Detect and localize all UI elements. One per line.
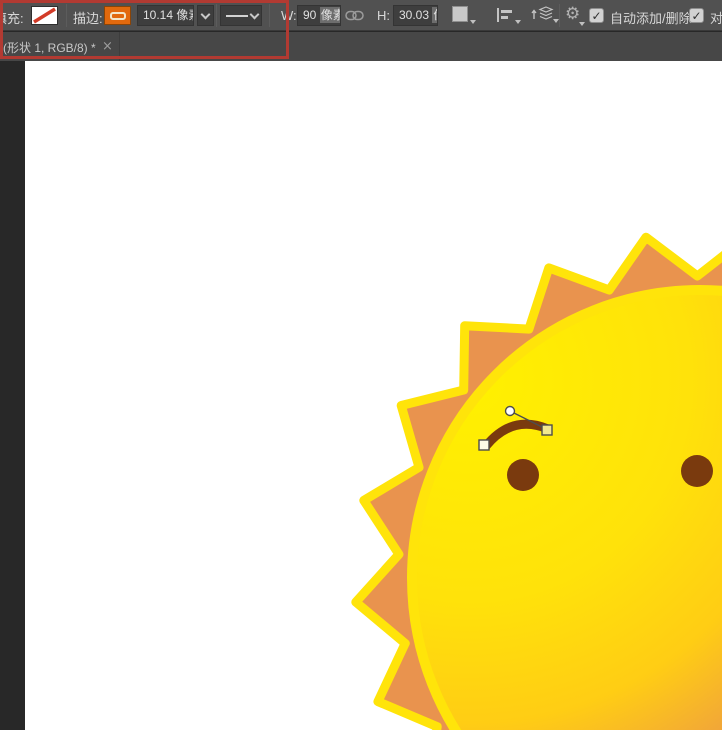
tab-close-icon[interactable]: × [102, 39, 113, 54]
path-operations-button[interactable] [452, 6, 468, 22]
height-label: H: [377, 8, 390, 23]
workarea [0, 61, 722, 730]
shape-width-input[interactable]: 90 像素 [297, 5, 341, 26]
document-canvas[interactable] [25, 61, 722, 730]
chevron-down-icon [250, 10, 260, 20]
sun-artwork [25, 61, 722, 730]
align-edges-checkbox[interactable]: ✓ [689, 8, 704, 23]
path-alignment-button[interactable] [497, 8, 513, 22]
sun-disc [412, 290, 722, 730]
align-edges-label: 对 [710, 8, 722, 27]
width-value: 90 [303, 8, 320, 22]
auto-add-delete-label: 自动添加/删除 [610, 8, 692, 27]
path-arrangement-button[interactable] [531, 5, 555, 28]
fill-swatch-none[interactable] [31, 6, 58, 25]
sun-right-eye [681, 455, 713, 487]
dropdown-arrow-icon [470, 20, 476, 24]
gear-icon: ⚙ [565, 4, 580, 24]
path-operations-square-icon [452, 6, 468, 22]
pen-anchor-right[interactable] [542, 425, 552, 435]
separator [66, 4, 67, 27]
separator [216, 4, 217, 27]
stroke-width-dropdown-button[interactable] [197, 5, 214, 26]
chevron-down-icon [201, 10, 211, 20]
options-toolbar: 填充: 描边: 10.14 像素 W: 90 像素 H: [0, 0, 722, 31]
align-icon [497, 8, 513, 22]
pen-anchor-left[interactable] [479, 440, 489, 450]
pen-options-button[interactable]: ⚙ [565, 6, 580, 24]
width-unit-selected: 像素 [320, 7, 341, 23]
dropdown-arrow-icon [515, 20, 521, 24]
height-unit-selected: 像素 [432, 7, 438, 23]
solid-line-icon [226, 15, 248, 17]
arrange-layers-icon [531, 5, 555, 23]
document-tab[interactable]: (形状 1, RGB/8) * [3, 39, 96, 56]
auto-add-delete-checkbox[interactable]: ✓ [589, 8, 604, 23]
fill-label: 填充: [0, 8, 24, 27]
stroke-pill-icon [110, 12, 126, 20]
separator [559, 4, 560, 27]
height-value: 30.03 [399, 8, 432, 22]
stroke-color-swatch[interactable] [104, 6, 131, 25]
pen-direction-handle[interactable] [506, 407, 515, 416]
stroke-label: 描边: [73, 8, 103, 27]
stroke-type-dropdown[interactable] [220, 5, 262, 26]
document-tab-bar: (形状 1, RGB/8) * × [0, 32, 722, 61]
link-dimensions-button[interactable] [345, 9, 364, 27]
no-fill-stripe-icon [32, 7, 57, 24]
sun-left-eye [507, 459, 539, 491]
width-label: W: [281, 8, 297, 23]
separator [269, 4, 270, 27]
chain-link-icon [345, 9, 364, 22]
photoshop-window: 填充: 描边: 10.14 像素 W: 90 像素 H: [0, 0, 722, 730]
shape-height-input[interactable]: 30.03 像素 [393, 5, 438, 26]
tab-edge [119, 32, 120, 61]
stroke-width-input[interactable]: 10.14 像素 [137, 5, 194, 26]
dropdown-arrow-icon [579, 22, 585, 26]
